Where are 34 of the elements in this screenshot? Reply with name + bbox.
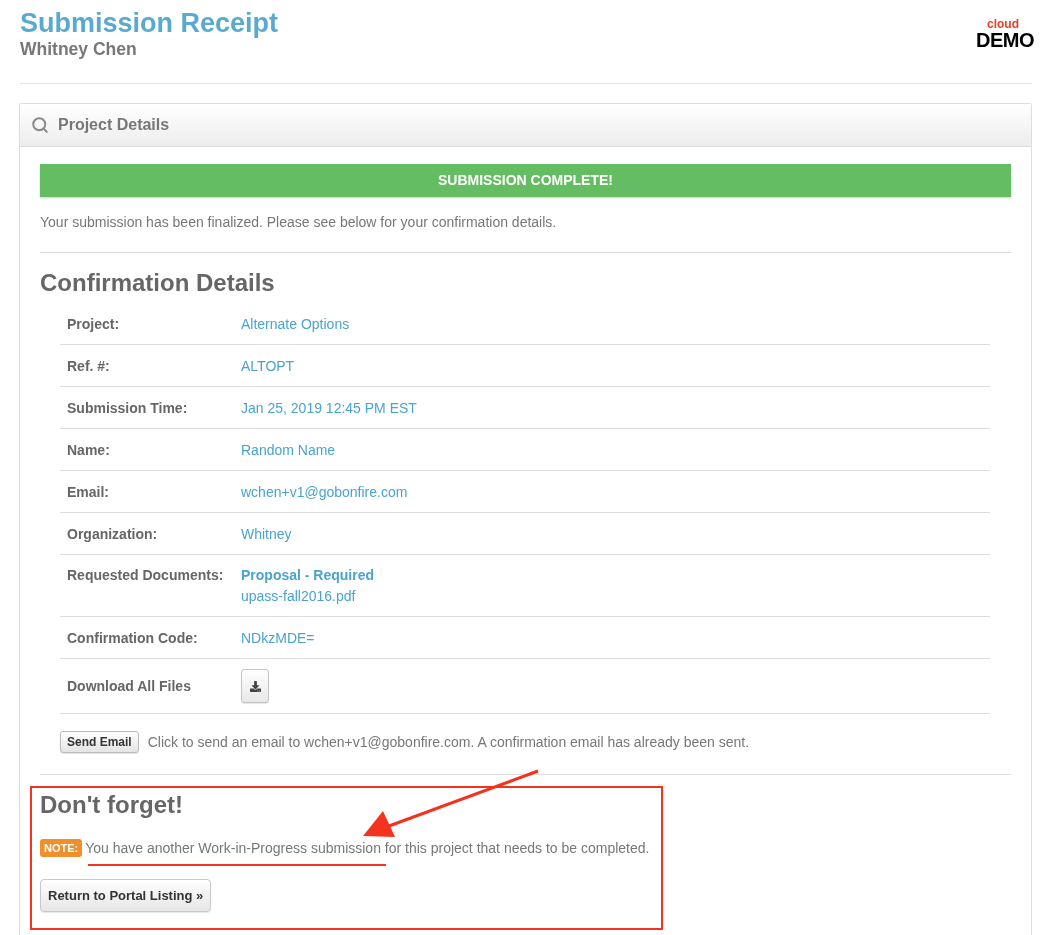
note-badge: NOTE: xyxy=(40,839,83,857)
detail-value: Alternate Options xyxy=(241,315,350,333)
success-message: SUBMISSION COMPLETE! xyxy=(438,171,613,190)
panel-title: Project Details xyxy=(58,115,170,135)
detail-label: Ref. #: xyxy=(67,357,111,375)
detail-label: Download All Files xyxy=(67,677,192,695)
section-heading: Confirmation Details xyxy=(40,268,276,298)
detail-label: Submission Time: xyxy=(67,399,189,417)
detail-value: Jan 25, 2019 12:45 PM EST xyxy=(241,399,417,417)
detail-label: Project: xyxy=(67,315,121,333)
email-info-text: Click to send an email to wchen+v1@gobonfire.com. A confirmation email has already been sent. xyxy=(147,732,750,752)
logo-text: DEMO xyxy=(976,31,1034,49)
note-text: You have another Work-in-Progress submission for this project that needs to be completed. xyxy=(85,840,650,856)
search-icon xyxy=(31,116,49,134)
send-email-button[interactable]: Send Email xyxy=(60,731,139,753)
detail-value: NDkzMDE= xyxy=(241,629,315,647)
return-button[interactable]: Return to Portal Listing » xyxy=(40,879,212,912)
detail-label: Confirmation Code: xyxy=(67,629,199,647)
download-icon xyxy=(249,680,261,692)
detail-label: Organization: xyxy=(67,525,159,543)
download-button[interactable] xyxy=(241,669,269,703)
detail-value: Whitney xyxy=(241,525,292,543)
page-title: Submission Receipt xyxy=(20,7,279,39)
detail-label: Email: xyxy=(67,483,110,501)
user-name: Whitney Chen xyxy=(20,39,137,59)
document-title: Proposal - Required xyxy=(241,566,375,585)
detail-label: Name: xyxy=(67,441,111,459)
logo-small-text: cloud xyxy=(987,18,1019,31)
detail-value: ALTOPT xyxy=(241,357,295,375)
reminder-heading: Don't forget! xyxy=(40,790,184,820)
intro-text: Your submission has been finalized. Please see below for your confirmation details. xyxy=(40,213,558,231)
detail-label: Requested Documents: xyxy=(67,566,225,585)
detail-value: wchen+v1@gobonfire.com xyxy=(241,483,408,501)
detail-value: Random Name xyxy=(241,441,336,459)
